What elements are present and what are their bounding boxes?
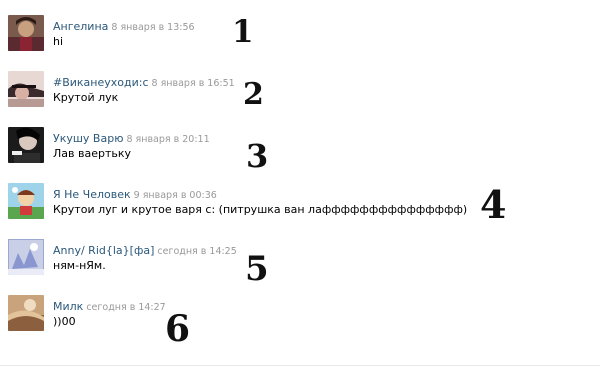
- avatar[interactable]: [8, 295, 44, 331]
- author-link[interactable]: Ангелина: [53, 20, 108, 33]
- comment-item: Укушу Варю 8 января в 20:11 Лав ваертьку: [8, 122, 593, 172]
- comments-list: Ангелина 8 января в 13:56 hi #Виканеуходи…: [0, 0, 600, 371]
- avatar-icon: [8, 127, 44, 163]
- comment-date[interactable]: 8 января в 16:51: [152, 78, 235, 89]
- overlay-number-2: 2: [243, 77, 264, 112]
- comment-date[interactable]: сегодня в 14:25: [157, 246, 236, 257]
- author-link[interactable]: #Виканеуходи:с: [53, 76, 149, 89]
- overlay-number-3: 3: [246, 137, 269, 175]
- comment-date[interactable]: 8 января в 13:56: [111, 22, 194, 33]
- comment-item: Милк сегодня в 14:27 ))00: [8, 290, 593, 340]
- comment-meta: Anny/ Rid{la}[фа] сегодня в 14:25: [53, 242, 237, 259]
- comment-date[interactable]: 9 января в 00:36: [134, 190, 217, 201]
- overlay-number-1: 1: [232, 14, 254, 50]
- comment-text: Лав ваертьку: [53, 147, 132, 160]
- overlay-number-6: 6: [165, 308, 191, 350]
- comment-text: Крутои луг и крутое варя с: (питрушка ва…: [53, 203, 468, 216]
- avatar-icon: [8, 295, 44, 331]
- comment-meta: Я Не Человек 9 января в 00:36: [53, 186, 217, 203]
- comment-meta: #Виканеуходи:с 8 января в 16:51: [53, 74, 235, 91]
- avatar-icon: [8, 71, 44, 107]
- avatar-icon: [8, 239, 44, 275]
- comment-text: ням-нЯм.: [53, 259, 106, 272]
- author-link[interactable]: Укушу Варю: [53, 132, 123, 145]
- avatar[interactable]: [8, 127, 44, 163]
- divider: [0, 365, 600, 366]
- comment-text: hi: [53, 35, 64, 48]
- comment-item: Ангелина 8 января в 13:56 hi: [8, 10, 593, 60]
- comment-meta: Ангелина 8 января в 13:56: [53, 18, 195, 35]
- avatar[interactable]: [8, 15, 44, 51]
- comment-meta: Милк сегодня в 14:27: [53, 298, 166, 315]
- comment-date[interactable]: 8 января в 20:11: [126, 134, 209, 145]
- comment-date[interactable]: сегодня в 14:27: [86, 302, 165, 313]
- comment-text: Крутой лук: [53, 91, 119, 104]
- author-link[interactable]: Я Не Человек: [53, 188, 131, 201]
- avatar-icon: [8, 183, 44, 219]
- avatar[interactable]: [8, 183, 44, 219]
- comment-item: Anny/ Rid{la}[фа] сегодня в 14:25 ням-нЯм…: [8, 234, 593, 284]
- overlay-number-5: 5: [245, 249, 269, 289]
- avatar[interactable]: [8, 239, 44, 275]
- overlay-number-4: 4: [480, 182, 507, 227]
- author-link[interactable]: Милк: [53, 300, 83, 313]
- author-link[interactable]: Anny/ Rid{la}[фа]: [53, 244, 154, 257]
- comment-text: ))00: [53, 315, 76, 328]
- avatar-icon: [8, 15, 44, 51]
- avatar[interactable]: [8, 71, 44, 107]
- comment-item: #Виканеуходи:с 8 января в 16:51 Крутой лу…: [8, 66, 593, 116]
- comment-meta: Укушу Варю 8 января в 20:11: [53, 130, 210, 147]
